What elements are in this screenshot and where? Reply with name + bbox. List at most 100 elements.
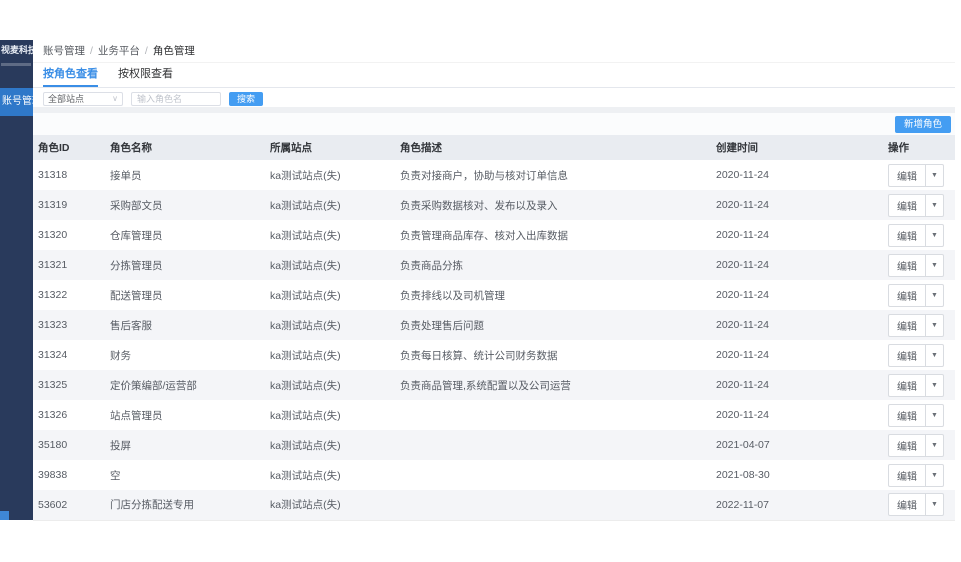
role-actions-cell: 编辑 ▼ [855,400,955,430]
tab-view-by-role[interactable]: 按角色查看 [43,63,98,87]
role-name-cell: 财务 [110,349,131,362]
column-header-actions: 操作 [855,135,955,160]
edit-split-button: 编辑 ▼ [888,283,944,307]
tab-view-by-permission[interactable]: 按权限查看 [118,63,173,87]
caret-down-icon[interactable]: ▼ [925,464,943,486]
edit-split-button: 编辑 ▼ [888,463,944,487]
breadcrumb: 账号管理 / 业务平台 / 角色管理 [33,40,955,63]
app-window: 视麦科技 账号管理 账号管理 / 业务平台 / 角色管理 按角色查看 按权限查看 全部站… [0,0,961,562]
table-row: 31321 分拣管理员 ka测试站点(失) 负责商品分拣 2020-11-24 … [33,250,955,280]
role-created-cell: 2022-11-07 [716,490,855,521]
role-desc-cell [400,400,716,430]
role-name-cell: 门店分拣配送专用 [110,490,270,521]
table-row: 53602 门店分拣配送专用 ka测试站点(失) 2022-11-07 编辑 ▼ [33,490,955,521]
role-id-cell: 31322 [38,289,68,301]
role-actions-cell: 编辑 ▼ [855,430,955,460]
role-name-cell: 站点管理员 [110,409,163,422]
role-actions-cell: 编辑 ▼ [855,310,955,340]
edit-split-button: 编辑 ▼ [888,253,944,277]
caret-down-icon[interactable]: ▼ [925,434,943,456]
table-row: 31322 配送管理员 ka测试站点(失) 负责排线以及司机管理 2020-11… [33,280,955,310]
table-header-row: 角色ID 角色名称 所属站点 角色描述 创建时间 操作 [33,135,955,160]
edit-button[interactable]: 编辑 [889,195,925,216]
role-site-cell: ka测试站点(失) [270,439,341,452]
role-created-cell: 2020-11-24 [716,199,769,211]
role-id-cell: 31319 [38,199,68,211]
table-row: 35180 投屏 ka测试站点(失) 2021-04-07 编辑 ▼ [33,430,955,460]
table-row: 31325 定价策编部/运营部 ka测试站点(失) 负责商品管理,系统配置以及公… [33,370,955,400]
breadcrumb-account-management[interactable]: 账号管理 [43,45,85,57]
role-name-cell: 配送管理员 [110,289,163,302]
caret-down-icon[interactable]: ▼ [925,284,943,306]
role-actions-cell: 编辑 ▼ [855,190,955,220]
role-site-cell: ka测试站点(失) [270,199,341,212]
edit-button[interactable]: 编辑 [889,465,925,486]
role-id-cell: 31324 [38,349,68,361]
breadcrumb-business-platform[interactable]: 业务平台 [98,45,140,57]
caret-down-icon[interactable]: ▼ [925,494,943,516]
edit-button[interactable]: 编辑 [889,255,925,276]
edit-button[interactable]: 编辑 [889,345,925,366]
role-name-cell: 空 [110,469,121,482]
role-actions-cell: 编辑 ▼ [855,370,955,400]
role-desc-cell: 负责每日核算、统计公司财务数据 [400,349,558,362]
caret-down-icon[interactable]: ▼ [925,374,943,396]
edit-button[interactable]: 编辑 [889,494,925,515]
caret-down-icon[interactable]: ▼ [925,404,943,426]
tab-bar: 按角色查看 按权限查看 [33,63,955,88]
role-created-cell: 2020-11-24 [716,349,769,361]
sidebar-item-account-management[interactable]: 账号管理 [0,88,33,116]
site-select[interactable]: 全部站点 ∨ [43,91,123,106]
edit-button[interactable]: 编辑 [889,435,925,456]
role-desc-cell: 负责管理商品库存、核对入出库数据 [400,229,568,242]
role-desc-cell: 负责对接商户，协助与核对订单信息 [400,169,568,182]
search-button[interactable]: 搜索 [229,91,264,106]
edit-button[interactable]: 编辑 [889,315,925,336]
role-site-cell: ka测试站点(失) [270,490,400,521]
edit-split-button: 编辑 ▼ [888,373,944,397]
caret-down-icon[interactable]: ▼ [925,254,943,276]
table-row: 31318 接单员 ka测试站点(失) 负责对接商户，协助与核对订单信息 202… [33,160,955,190]
role-id-cell: 31318 [38,169,68,181]
roles-table: 角色ID 角色名称 所属站点 角色描述 创建时间 操作 31318 接单员 ka… [33,135,955,521]
role-created-cell: 2020-11-24 [716,229,769,241]
role-id-cell: 53602 [33,490,110,521]
role-name-cell: 分拣管理员 [110,259,163,272]
role-created-cell: 2021-04-07 [716,439,770,451]
table-row: 39838 空 ka测试站点(失) 2021-08-30 编辑 ▼ [33,460,955,490]
edit-button[interactable]: 编辑 [889,375,925,396]
role-site-cell: ka测试站点(失) [270,349,341,362]
role-site-cell: ka测试站点(失) [270,289,341,302]
table-row: 31323 售后客服 ka测试站点(失) 负责处理售后问题 2020-11-24… [33,310,955,340]
role-name-input[interactable] [131,91,221,106]
caret-down-icon[interactable]: ▼ [925,314,943,336]
role-created-cell: 2020-11-24 [716,259,769,271]
edit-button[interactable]: 编辑 [889,225,925,246]
add-role-button[interactable]: 新增角色 [894,116,951,133]
table-row: 31324 财务 ka测试站点(失) 负责每日核算、统计公司财务数据 2020-… [33,340,955,370]
column-header-role-name: 角色名称 [110,135,270,160]
role-created-cell: 2020-11-24 [716,289,769,301]
edit-split-button: 编辑 ▼ [888,313,944,337]
role-actions-cell: 编辑 ▼ [855,490,955,521]
role-name-cell: 投屏 [110,439,131,452]
edit-button[interactable]: 编辑 [889,285,925,306]
role-name-cell: 采购部文员 [110,199,163,212]
breadcrumb-separator: / [144,45,148,57]
role-created-cell: 2021-08-30 [716,469,770,481]
edit-button[interactable]: 编辑 [889,165,925,186]
caret-down-icon[interactable]: ▼ [925,194,943,216]
caret-down-icon[interactable]: ▼ [925,164,943,186]
sidebar-collapse-handle[interactable] [0,511,9,520]
caret-down-icon[interactable]: ▼ [925,224,943,246]
column-header-role-id: 角色ID [33,135,110,160]
role-name-cell: 售后客服 [110,319,152,332]
edit-split-button: 编辑 ▼ [888,163,944,187]
edit-button[interactable]: 编辑 [889,405,925,426]
logo-subtitle-decoration [1,63,31,66]
column-header-site: 所属站点 [270,135,400,160]
role-id-cell: 39838 [38,469,68,481]
caret-down-icon[interactable]: ▼ [925,344,943,366]
table-toolbar: 新增角色 [33,113,955,135]
role-created-cell: 2020-11-24 [716,169,769,181]
